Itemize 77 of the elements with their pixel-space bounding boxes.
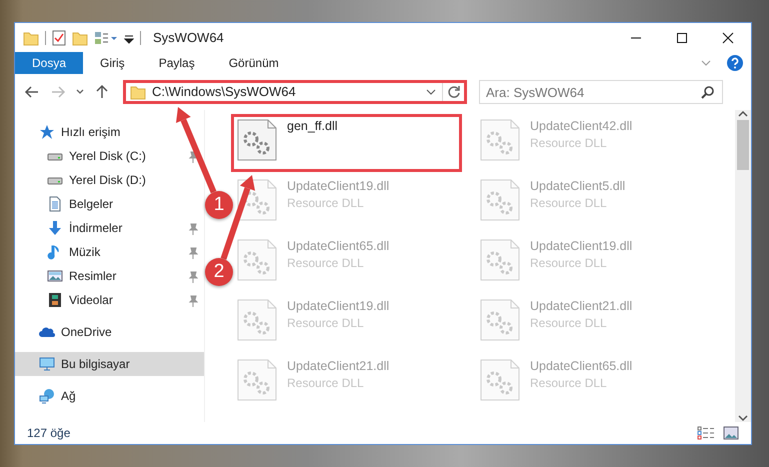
up-icon[interactable] bbox=[94, 84, 110, 100]
document-icon bbox=[47, 196, 63, 212]
window-title: SysWOW64 bbox=[153, 28, 224, 47]
item-count: 127 öğe bbox=[27, 425, 70, 442]
pin-icon[interactable] bbox=[188, 150, 198, 163]
scroll-down-icon[interactable] bbox=[738, 414, 748, 422]
file-type: Resource DLL bbox=[287, 375, 365, 392]
sidebar-item[interactable]: Videolar bbox=[15, 288, 204, 312]
file-item[interactable]: gen_ff.dll bbox=[233, 116, 460, 170]
gear-file-icon bbox=[237, 179, 277, 221]
sidebar-item[interactable]: Ağ bbox=[15, 384, 204, 408]
file-name: UpdateClient42.dll bbox=[530, 119, 632, 134]
gear-file-icon bbox=[480, 119, 520, 161]
folder-icon bbox=[23, 30, 39, 46]
gear-file-icon bbox=[480, 179, 520, 221]
gear-file-icon bbox=[237, 119, 277, 161]
scroll-up-icon[interactable] bbox=[738, 110, 748, 118]
gear-file-icon bbox=[480, 239, 520, 281]
sidebar-item[interactable]: Yerel Disk (D:) bbox=[15, 168, 204, 192]
expand-ribbon-icon[interactable] bbox=[701, 59, 711, 67]
file-name: UpdateClient19.dll bbox=[287, 299, 390, 314]
back-icon[interactable] bbox=[24, 84, 40, 100]
scrollbar[interactable] bbox=[735, 110, 751, 422]
gear-file-icon bbox=[237, 359, 277, 401]
details-view-icon[interactable] bbox=[697, 426, 715, 440]
film-icon bbox=[47, 292, 63, 308]
sidebar-item[interactable]: OneDrive bbox=[15, 320, 204, 344]
large-icons-view-icon[interactable] bbox=[723, 426, 739, 440]
address-path: C:\Windows\SysWOW64 bbox=[152, 83, 297, 102]
file-name: UpdateClient21.dll bbox=[287, 359, 390, 374]
search-field[interactable]: Ara: SysWOW64 bbox=[479, 80, 723, 104]
ribbon-tab[interactable]: Görünüm bbox=[212, 52, 296, 74]
file-name: UpdateClient5.dll bbox=[530, 179, 626, 194]
sidebar-item[interactable]: Resimler bbox=[15, 264, 204, 288]
gear-file-icon bbox=[237, 239, 277, 281]
file-name: UpdateClient19.dll bbox=[530, 239, 632, 254]
file-type: Resource DLL bbox=[530, 195, 608, 212]
gear-file-icon bbox=[237, 299, 277, 341]
folder-icon bbox=[130, 84, 146, 100]
file-type: Resource DLL bbox=[287, 255, 365, 272]
view-dropdown-icon[interactable] bbox=[94, 30, 118, 46]
ribbon-tab[interactable]: Giriş bbox=[83, 52, 142, 74]
help-icon[interactable] bbox=[727, 55, 743, 71]
sidebar-item[interactable]: Yerel Disk (C:) bbox=[15, 144, 204, 168]
gear-file-icon bbox=[480, 299, 520, 341]
file-type: Resource DLL bbox=[530, 255, 608, 272]
sidebar-item[interactable]: Hızlı erişim bbox=[15, 120, 204, 144]
file-name: UpdateClient65.dll bbox=[287, 239, 390, 254]
address-bar[interactable]: C:\Windows\SysWOW64 bbox=[123, 80, 467, 104]
pin-icon[interactable] bbox=[188, 222, 198, 235]
network-icon bbox=[39, 388, 55, 404]
ribbon-tab[interactable]: Dosya bbox=[15, 52, 84, 74]
file-name: UpdateClient21.dll bbox=[530, 299, 632, 314]
file-type: Resource DLL bbox=[530, 375, 608, 392]
pin-icon[interactable] bbox=[188, 294, 198, 307]
pin-icon[interactable] bbox=[188, 270, 198, 283]
sidebar-item[interactable]: İndirmeler bbox=[15, 216, 204, 240]
download-icon bbox=[47, 220, 63, 236]
gear-file-icon bbox=[480, 359, 520, 401]
scroll-thumb[interactable] bbox=[737, 120, 749, 170]
sidebar-item[interactable]: Müzik bbox=[15, 240, 204, 264]
star-icon bbox=[39, 124, 55, 140]
file-type: Resource DLL bbox=[287, 315, 365, 332]
address-dropdown-icon[interactable] bbox=[426, 88, 436, 96]
monitor-icon bbox=[39, 356, 55, 372]
sidebar-item[interactable]: Bu bilgisayar bbox=[15, 352, 204, 376]
pin-icon[interactable] bbox=[188, 246, 198, 259]
properties-icon[interactable] bbox=[52, 30, 66, 46]
file-type: Resource DLL bbox=[530, 315, 608, 332]
file-name: UpdateClient19.dll bbox=[287, 179, 390, 194]
ribbon-tab[interactable]: Paylaş bbox=[142, 52, 212, 74]
file-type: Resource DLL bbox=[287, 195, 365, 212]
file-name: UpdateClient65.dll bbox=[530, 359, 632, 374]
sidebar-item[interactable]: Belgeler bbox=[15, 192, 204, 216]
picture-icon bbox=[47, 268, 63, 284]
file-name: gen_ff.dll bbox=[287, 119, 338, 134]
file-type: Resource DLL bbox=[530, 135, 608, 152]
